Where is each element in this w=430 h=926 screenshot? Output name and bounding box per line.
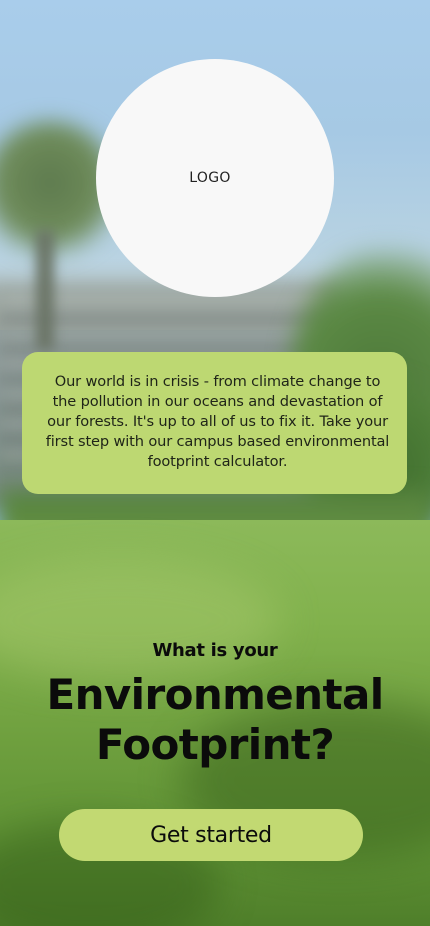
get-started-button[interactable]: Get started — [59, 809, 363, 861]
logo: LOGO — [96, 59, 334, 297]
hero-subheading: What is your — [152, 640, 278, 661]
logo-text: LOGO — [189, 170, 231, 186]
intro-card: Our world is in crisis - from climate ch… — [22, 352, 407, 494]
background-palm-trunk — [36, 230, 54, 350]
hero-title-line1: Environmental — [46, 670, 385, 719]
welcome-screen: LOGO Our world is in crisis - from clima… — [0, 0, 430, 926]
get-started-label: Get started — [150, 822, 272, 848]
intro-text: Our world is in crisis - from climate ch… — [45, 373, 390, 470]
hero-title-line2: Footprint? — [95, 720, 335, 769]
hero-title: Environmental Footprint? — [0, 670, 430, 770]
